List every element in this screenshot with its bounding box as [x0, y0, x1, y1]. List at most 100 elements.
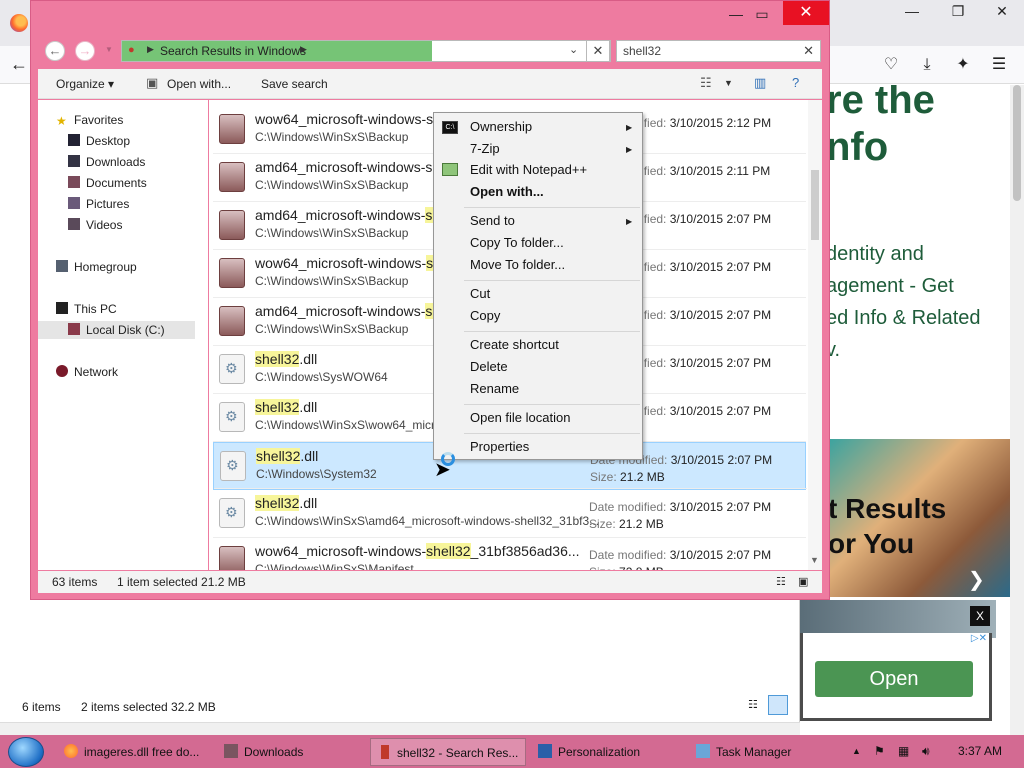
search-folder-icon: [381, 745, 389, 759]
menu-properties[interactable]: Properties: [470, 439, 529, 454]
tray-expand-icon[interactable]: ▲: [852, 746, 861, 756]
nav-videos[interactable]: Videos: [68, 218, 122, 232]
breadcrumb-arrow-icon[interactable]: ▶: [147, 44, 154, 55]
forward-button[interactable]: →: [75, 41, 95, 61]
homegroup-icon: [56, 260, 68, 272]
web-scroll-thumb[interactable]: [1013, 85, 1021, 201]
view-options-icon[interactable]: ☷: [700, 75, 712, 91]
open-with-button[interactable]: Open with...: [167, 77, 231, 91]
close-button[interactable]: ✕: [783, 1, 829, 25]
save-search-button[interactable]: Save search: [261, 77, 328, 91]
file-name: amd64_microsoft-windows-sl: [255, 207, 436, 223]
package-file-icon: [219, 546, 245, 570]
back-button[interactable]: ←: [45, 41, 65, 61]
menu-separator: [464, 404, 640, 405]
taskbar-item-firefox[interactable]: imageres.dll free do...: [58, 738, 212, 766]
chevron-down-icon[interactable]: ⌄: [569, 43, 578, 56]
menu-icon[interactable]: ☰: [988, 54, 1010, 76]
nav-favorites[interactable]: ★ Favorites: [56, 113, 123, 128]
browser-close-button[interactable]: ✕: [980, 0, 1024, 22]
pocket-icon[interactable]: ♡: [880, 54, 902, 76]
details-view-icon[interactable]: ☷: [776, 575, 786, 588]
package-file-icon: [219, 258, 245, 288]
nav-this-pc[interactable]: This PC: [56, 302, 117, 316]
large-icons-view-icon[interactable]: [768, 695, 788, 715]
table-row[interactable]: wow64_microsoft-windows-shell32_31bf3856…: [213, 538, 806, 570]
bg-items-count: 6 items: [22, 700, 61, 714]
taskbar-item-personalization[interactable]: Personalization: [532, 738, 682, 766]
help-icon[interactable]: ?: [792, 75, 799, 90]
menu-separator: [464, 207, 640, 208]
menu-copy[interactable]: Copy: [470, 308, 500, 323]
browser-maximize-button[interactable]: ❐: [936, 0, 980, 22]
context-menu: C:\ Ownership ▶ 7-Zip ▶ Edit with Notepa…: [433, 112, 643, 460]
chevron-right-icon[interactable]: ❯: [968, 567, 985, 592]
folder-icon: [224, 744, 238, 758]
menu-cut[interactable]: Cut: [470, 286, 490, 301]
browser-minimize-button[interactable]: —: [890, 0, 934, 22]
status-bar: 63 items 1 item selected 21.2 MB ☷ ▣: [38, 571, 822, 593]
scroll-down-arrow-icon[interactable]: ▼: [810, 555, 819, 565]
start-button[interactable]: [8, 737, 44, 767]
submenu-arrow-icon: ▶: [626, 123, 633, 132]
download-icon[interactable]: ⤓: [916, 54, 938, 76]
package-file-icon: [219, 306, 245, 336]
adchoices-icon[interactable]: ▷✕: [953, 633, 987, 647]
firefox-icon: [10, 14, 28, 32]
menu-move-to-folder[interactable]: Move To folder...: [470, 257, 565, 272]
pictures-icon: [68, 197, 80, 209]
chevron-down-icon[interactable]: ▼: [724, 78, 733, 88]
nav-homegroup[interactable]: Homegroup: [56, 260, 137, 274]
details-view-icon[interactable]: ☷: [748, 698, 758, 711]
menu-7zip[interactable]: 7-Zip: [470, 141, 500, 156]
taskbar-item-downloads[interactable]: Downloads: [218, 738, 364, 766]
preview-pane-icon[interactable]: ▥: [754, 75, 766, 91]
search-box[interactable]: shell32 ✕: [616, 40, 821, 62]
breadcrumb-arrow-icon[interactable]: ▶: [300, 44, 307, 55]
menu-delete[interactable]: Delete: [470, 359, 508, 374]
extensions-icon[interactable]: ✦: [952, 54, 974, 76]
maximize-button[interactable]: ▭: [747, 3, 777, 25]
nav-pictures[interactable]: Pictures: [68, 197, 129, 211]
ad-open-button[interactable]: Open: [815, 661, 973, 697]
date-modified: Date modified: 3/10/2015 2:07 PM: [589, 548, 772, 562]
star-icon: ★: [56, 114, 67, 128]
file-size: Size: 21.2 MB: [590, 470, 665, 484]
ad-close-button[interactable]: X: [970, 606, 990, 626]
volume-icon[interactable]: 🔊︎: [922, 744, 930, 759]
nav-downloads[interactable]: Downloads: [68, 155, 145, 169]
menu-edit-notepad[interactable]: Edit with Notepad++: [470, 162, 587, 177]
menu-open-with[interactable]: Open with...: [470, 184, 544, 199]
organize-button[interactable]: Organize ▾: [56, 77, 114, 91]
large-icons-view-icon[interactable]: ▣: [798, 575, 808, 588]
address-bar[interactable]: ● ▶ Search Results in Windows ▶ ⌄: [121, 40, 611, 62]
menu-copy-to-folder[interactable]: Copy To folder...: [470, 235, 564, 250]
flag-icon[interactable]: ⚑: [874, 744, 885, 758]
results-vertical-scrollbar[interactable]: ▼: [808, 100, 822, 570]
search-input[interactable]: shell32: [623, 44, 661, 58]
taskbar-item-task-manager[interactable]: Task Manager: [690, 738, 840, 766]
file-name: shell32.dll: [255, 495, 318, 511]
menu-open-file-location[interactable]: Open file location: [470, 410, 570, 425]
stop-search-button[interactable]: ✕: [586, 40, 610, 62]
nav-documents[interactable]: Documents: [68, 176, 147, 190]
recent-locations-icon[interactable]: ▼: [105, 45, 113, 54]
computer-icon: [56, 302, 68, 314]
clock[interactable]: 3:37 AM: [958, 744, 1002, 758]
bg-horizontal-scrollbar[interactable]: [0, 722, 800, 735]
menu-send-to[interactable]: Send to: [470, 213, 515, 228]
menu-rename[interactable]: Rename: [470, 381, 519, 396]
network-tray-icon[interactable]: ▦: [898, 744, 909, 758]
results-scroll-thumb[interactable]: [811, 170, 819, 240]
taskbar-item-shell32-search[interactable]: shell32 - Search Res...: [370, 738, 526, 766]
table-row[interactable]: shell32.dll C:\Windows\WinSxS\amd64_micro…: [213, 490, 806, 538]
clear-search-icon[interactable]: ✕: [803, 43, 814, 59]
web-paragraph-line-2: agement - Get: [826, 275, 954, 297]
web-vertical-scrollbar[interactable]: [1010, 85, 1024, 735]
menu-create-shortcut[interactable]: Create shortcut: [470, 337, 559, 352]
nav-network[interactable]: Network: [56, 365, 118, 379]
nav-local-disk[interactable]: Local Disk (C:): [68, 323, 165, 337]
back-arrow-icon[interactable]: ←: [10, 54, 28, 75]
menu-ownership[interactable]: Ownership: [470, 119, 532, 134]
nav-desktop[interactable]: Desktop: [68, 134, 130, 148]
